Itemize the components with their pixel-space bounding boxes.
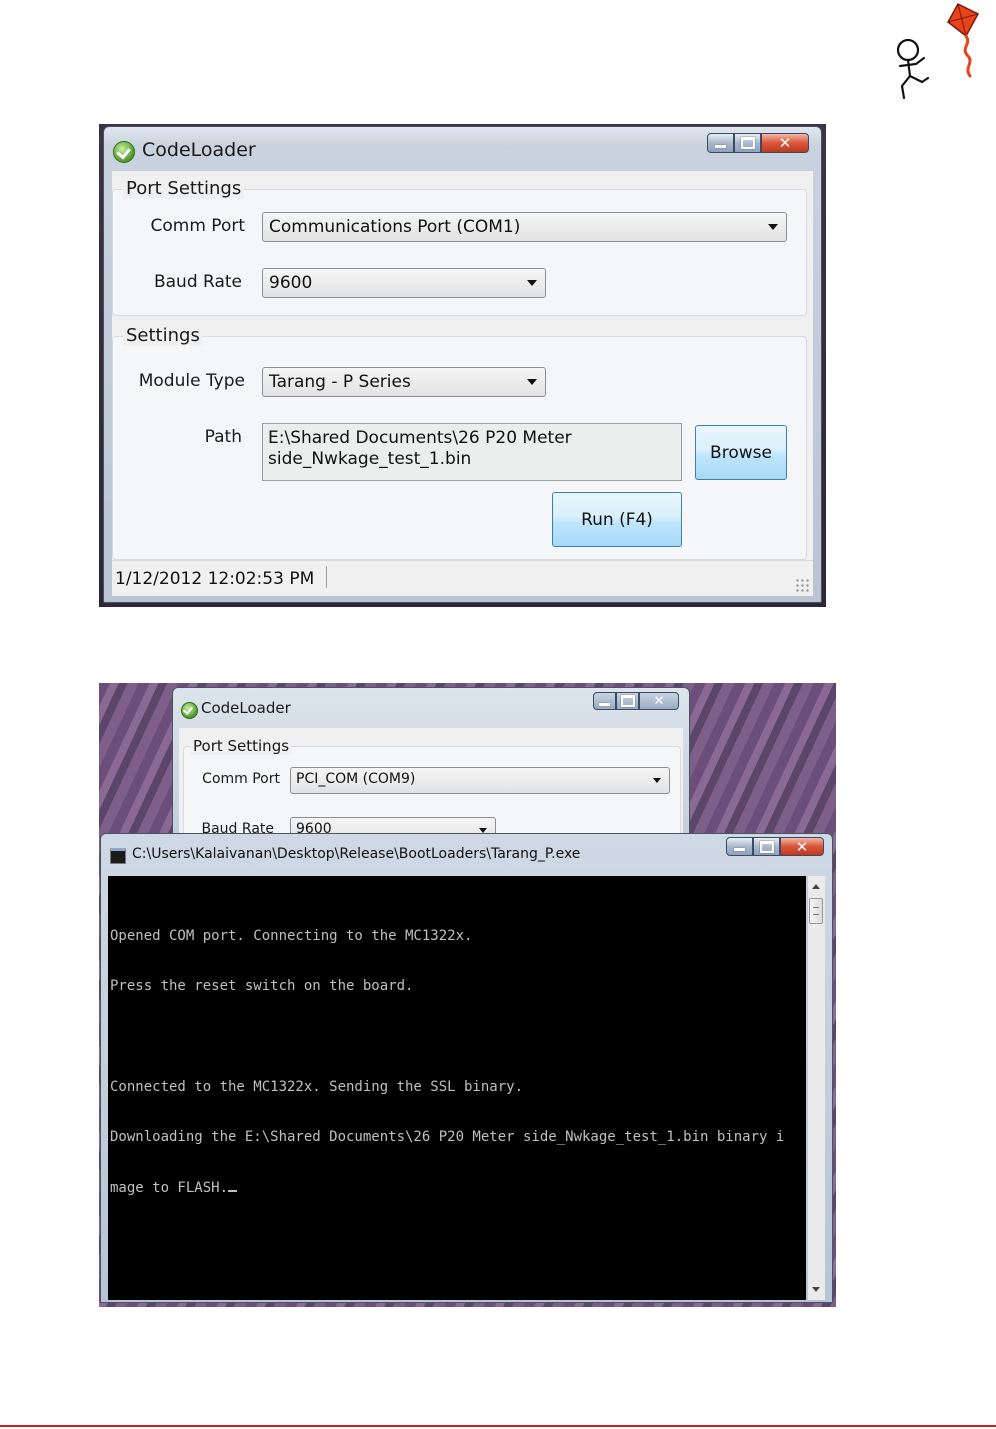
console-line: Downloading the E:\Shared Documents\26 P… xyxy=(110,1129,785,1146)
text-cursor xyxy=(228,1189,238,1192)
window-client-area: Port Settings Comm Port PCI_COM (COM9) B… xyxy=(179,728,683,858)
console-line-last: mage to FLASH. xyxy=(110,1180,806,1197)
comm-port-value: PCI_COM (COM9) xyxy=(296,771,416,787)
minimize-button[interactable] xyxy=(593,692,616,710)
window-controls: ✕ xyxy=(593,692,679,710)
minimize-button[interactable] xyxy=(707,133,734,153)
footer-red-rule xyxy=(0,1425,996,1427)
codeloader-window-background: CodeLoader ✕ Port Settings Comm Port PCI… xyxy=(172,687,690,858)
comm-port-label: Comm Port xyxy=(150,216,246,236)
browse-button[interactable]: Browse xyxy=(695,425,787,480)
close-button[interactable]: ✕ xyxy=(780,837,824,856)
codeloader-window: CodeLoader ✕ Port Settings Comm Port Com… xyxy=(103,126,822,603)
maximize-icon xyxy=(759,840,774,853)
status-separator xyxy=(326,566,327,588)
maximize-icon xyxy=(740,137,755,149)
port-settings-legend: Port Settings xyxy=(190,737,293,755)
minimize-button[interactable] xyxy=(726,837,753,856)
chevron-down-icon xyxy=(527,379,537,385)
port-settings-group: Port Settings Comm Port Communications P… xyxy=(112,178,807,316)
title-bar[interactable]: CodeLoader ✕ xyxy=(104,127,821,171)
console-line: Opened COM port. Connecting to the MC132… xyxy=(110,927,473,944)
console-window-controls: ✕ xyxy=(726,837,824,856)
maximize-button[interactable] xyxy=(734,133,761,153)
screenshot-console-window: CodeLoader ✕ Port Settings Comm Port PCI… xyxy=(99,683,836,1307)
screenshot-codeloader-window: CodeLoader ✕ Port Settings Comm Port Com… xyxy=(99,124,826,607)
maximize-button[interactable] xyxy=(616,692,639,710)
console-line-text: mage to FLASH. xyxy=(110,1179,229,1196)
console-window: C:\Users\Kalaivanan\Desktop\Release\Boot… xyxy=(100,833,833,1303)
comm-port-value: Communications Port (COM1) xyxy=(269,217,521,237)
module-type-label: Module Type xyxy=(138,371,245,391)
app-icon xyxy=(113,141,135,163)
browse-button-label: Browse xyxy=(710,442,772,463)
close-button[interactable]: ✕ xyxy=(761,133,809,153)
console-output[interactable]: Opened COM port. Connecting to the MC132… xyxy=(108,876,806,1300)
comm-port-label: Comm Port xyxy=(202,771,280,787)
close-icon: ✕ xyxy=(653,693,665,709)
status-bar: 1/12/2012 12:02:53 PM xyxy=(112,560,813,596)
module-type-value: Tarang - P Series xyxy=(269,372,411,392)
console-line: Press the reset switch on the board. xyxy=(110,977,414,994)
maximize-icon xyxy=(620,695,635,707)
window-controls: ✕ xyxy=(707,133,809,153)
baud-rate-value: 9600 xyxy=(269,273,313,293)
scroll-down-arrow-icon[interactable] xyxy=(812,1287,820,1292)
close-icon: ✕ xyxy=(778,134,792,152)
window-client-area: Port Settings Comm Port Communications P… xyxy=(112,171,813,596)
settings-group: Settings Module Type Tarang - P Series P… xyxy=(112,325,807,560)
port-settings-legend: Port Settings xyxy=(123,178,245,199)
window-title: CodeLoader xyxy=(201,699,291,717)
stick-figure-kite-logo xyxy=(896,3,980,100)
chevron-down-icon xyxy=(527,280,537,286)
console-line: Connected to the MC1322x. Sending the SS… xyxy=(110,1078,524,1095)
settings-legend: Settings xyxy=(123,325,203,346)
chevron-down-icon xyxy=(768,224,778,230)
comm-port-select[interactable]: PCI_COM (COM9) xyxy=(290,767,670,794)
run-button[interactable]: Run (F4) xyxy=(552,492,682,547)
scrollbar-thumb[interactable] xyxy=(809,898,823,924)
chevron-down-icon xyxy=(653,778,661,783)
close-button[interactable]: ✕ xyxy=(639,692,679,710)
minimize-icon xyxy=(599,702,610,706)
status-timestamp: 1/12/2012 12:02:53 PM xyxy=(115,569,315,589)
resize-grip-icon[interactable] xyxy=(795,578,809,592)
baud-rate-select[interactable]: 9600 xyxy=(262,268,546,298)
maximize-button[interactable] xyxy=(753,837,780,856)
minimize-icon xyxy=(715,144,726,148)
path-field[interactable]: E:\Shared Documents\26 P20 Meter side_Nw… xyxy=(262,423,682,481)
path-line-2: side_Nwkage_test_1.bin xyxy=(268,449,472,469)
path-label: Path xyxy=(204,427,242,447)
path-line-1: E:\Shared Documents\26 P20 Meter xyxy=(268,428,572,448)
baud-rate-label: Baud Rate xyxy=(153,272,242,292)
run-button-label: Run (F4) xyxy=(581,509,653,530)
window-title: CodeLoader xyxy=(142,139,256,161)
console-title: C:\Users\Kalaivanan\Desktop\Release\Boot… xyxy=(132,846,581,862)
module-type-select[interactable]: Tarang - P Series xyxy=(262,367,546,397)
close-icon: ✕ xyxy=(795,837,809,856)
kite-icon xyxy=(947,3,980,78)
stick-figure-icon xyxy=(896,38,930,100)
console-icon xyxy=(110,848,126,864)
minimize-icon xyxy=(734,848,745,851)
vertical-scrollbar[interactable] xyxy=(807,876,825,1300)
comm-port-select[interactable]: Communications Port (COM1) xyxy=(262,212,787,242)
app-icon xyxy=(181,702,198,719)
scroll-up-arrow-icon[interactable] xyxy=(812,884,820,889)
